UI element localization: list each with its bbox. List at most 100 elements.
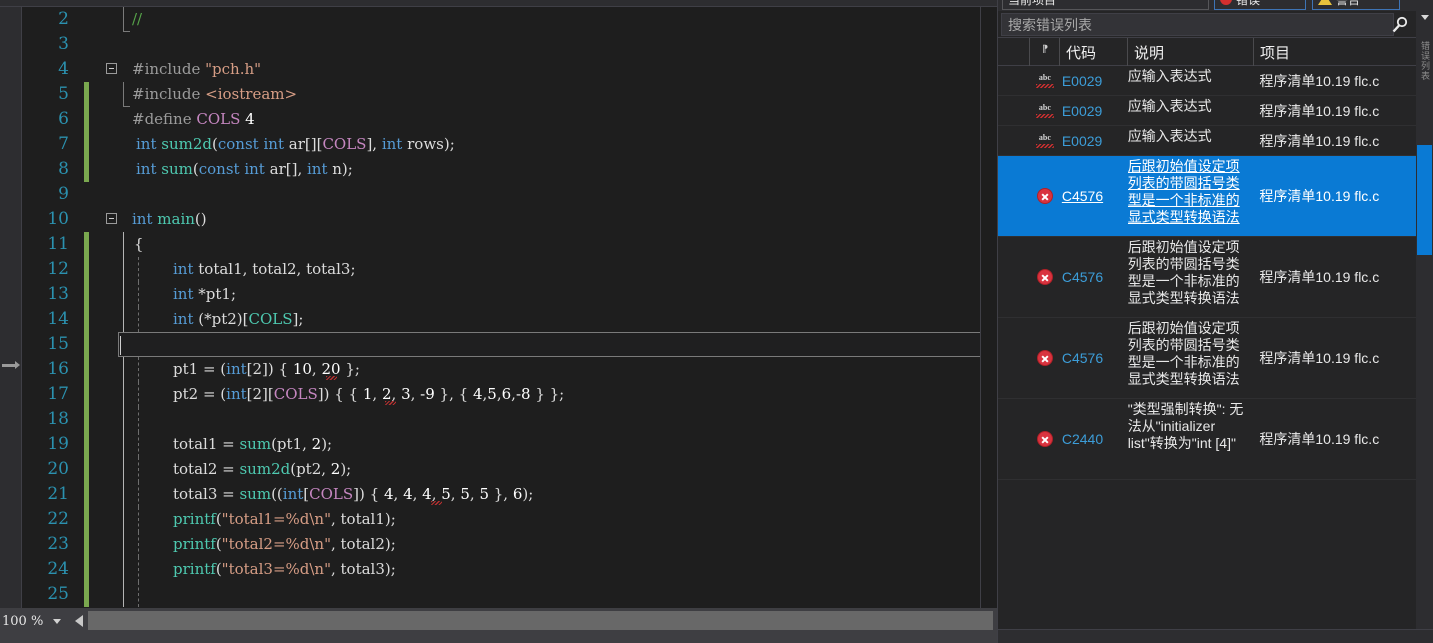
code-line[interactable]: 22 printf("total1=%d\n", total1); <box>22 507 997 532</box>
scroll-left-arrow-icon[interactable] <box>72 611 88 631</box>
code-line[interactable]: 3 <box>22 32 997 57</box>
code-line[interactable]: 6 #define COLS 4 <box>22 107 997 132</box>
code-line[interactable]: 20 total2 = sum2d(pt2, 2); <box>22 457 997 482</box>
code-line[interactable]: 12 int total1, total2, total3; <box>22 257 997 282</box>
error-project: 程序清单10.19 flc.c <box>1259 269 1380 285</box>
table-row[interactable]: abc E0029 应输入表达式 程序清单10.19 flc.c <box>998 66 1417 96</box>
table-row[interactable]: C4576 后跟初始值设定项列表的带圆括号类型是一个非标准的显式类型转换语法 程… <box>998 237 1417 318</box>
search-icon[interactable] <box>1390 15 1412 35</box>
error-code-link[interactable]: C2440 <box>1060 399 1128 479</box>
margin-expand-arrow-icon[interactable] <box>2 361 20 369</box>
error-list-vertical-scrollbar[interactable]: 错误列表 <box>1416 11 1433 629</box>
line-number: 13 <box>47 284 69 304</box>
code-line[interactable]: 24 printf("total3=%d\n", total3); <box>22 557 997 582</box>
sort-marker-icon: ⁋ <box>1041 43 1048 55</box>
error-code-link[interactable]: C4576 <box>1060 318 1128 398</box>
code-line[interactable]: 25 <box>22 582 997 607</box>
code-line[interactable]: 5 #include <iostream> <box>22 82 997 107</box>
editor-surface[interactable]: 2 // 3 4 #include "pch.h" 5 #include <io… <box>0 7 997 608</box>
vertical-scroll-thumb[interactable] <box>1417 145 1432 255</box>
line-number: 24 <box>47 559 69 579</box>
column-header-project[interactable]: 项目 <box>1254 38 1418 66</box>
indent-guide <box>138 382 139 407</box>
code-text-area[interactable]: 2 // 3 4 #include "pch.h" 5 #include <io… <box>22 7 997 608</box>
code-line[interactable]: 13 int *pt1; <box>22 282 997 307</box>
line-number: 7 <box>58 134 69 154</box>
code-line[interactable]: 2 // <box>22 7 997 32</box>
editor-left-margin-strip <box>0 7 22 608</box>
code-text: { <box>134 235 144 253</box>
code-line[interactable]: 4 #include "pch.h" <box>22 57 997 82</box>
indent-guide <box>138 332 139 357</box>
code-text: int sum2d(const int ar[][COLS], int rows… <box>136 135 455 153</box>
error-list-rows[interactable]: abc E0029 应输入表达式 程序清单10.19 flc.c abc E00… <box>998 66 1417 629</box>
errors-filter-toggle[interactable]: 错误 <box>1214 0 1306 10</box>
code-line-current[interactable]: 15 <box>22 332 997 357</box>
code-line[interactable]: 8 int sum(const int ar[], int n); <box>22 157 997 182</box>
change-marker <box>84 582 89 607</box>
change-marker <box>84 157 89 182</box>
code-line[interactable]: 19 total1 = sum(pt1, 2); <box>22 432 997 457</box>
brace-guide <box>123 332 124 357</box>
indent-guide <box>138 282 139 307</box>
column-header-severity-icon[interactable]: ⁋ <box>1030 38 1060 66</box>
code-line[interactable]: 11 { <box>22 232 997 257</box>
warnings-filter-toggle[interactable]: 警告 <box>1312 0 1400 10</box>
error-list-search-row <box>998 11 1433 38</box>
line-number: 25 <box>47 584 69 604</box>
error-code-link[interactable]: E0029 <box>1060 126 1128 155</box>
table-row[interactable]: abc E0029 应输入表达式 程序清单10.19 flc.c <box>998 96 1417 126</box>
code-line[interactable]: 14 int (*pt2)[COLS]; <box>22 307 997 332</box>
error-project: 程序清单10.19 flc.c <box>1259 188 1380 204</box>
row-spacer <box>998 66 1030 95</box>
error-project: 程序清单10.19 flc.c <box>1259 72 1380 89</box>
table-row-selected[interactable]: C4576 后跟初始值设定项列表的带圆括号类型是一个非标准的显式类型转换语法 程… <box>998 156 1417 237</box>
editor-vertical-scrollbar[interactable] <box>980 7 997 608</box>
column-header-spacer[interactable] <box>998 38 1030 66</box>
collapse-region-icon[interactable] <box>106 63 117 74</box>
horizontal-scroll-track[interactable] <box>88 611 993 631</box>
code-line[interactable]: 21 total3 = sum((int[COLS]) { 4, 4, 4, 5… <box>22 482 997 507</box>
error-description: 应输入表达式 <box>1127 68 1212 84</box>
search-input[interactable] <box>1001 13 1394 36</box>
code-line[interactable]: 23 printf("total2=%d\n", total2); <box>22 532 997 557</box>
column-header-description[interactable]: 说明 <box>1128 38 1254 66</box>
scope-filter-dropdown[interactable]: 当前项目 <box>1002 0 1209 10</box>
code-line[interactable]: 18 <box>22 407 997 432</box>
code-line[interactable]: 16 pt1 = (int[2]) { 10, 20 }; <box>22 357 997 382</box>
change-marker <box>84 132 89 157</box>
code-line[interactable]: 17 pt2 = (int[2][COLS]) { { 1, 2, 3, -9 … <box>22 382 997 407</box>
line-number: 9 <box>58 184 69 204</box>
horizontal-scroll-thumb[interactable] <box>88 611 993 631</box>
brace-guide <box>123 532 124 557</box>
code-line[interactable]: 7 int sum2d(const int ar[][COLS], int ro… <box>22 132 997 157</box>
indent-guide <box>138 307 139 332</box>
code-text: printf("total1=%d\n", total1); <box>173 510 396 528</box>
table-row[interactable]: abc E0029 应输入表达式 程序清单10.19 flc.c <box>998 126 1417 156</box>
brace-guide <box>123 432 124 457</box>
line-number: 8 <box>58 159 69 179</box>
error-project: 程序清单10.19 flc.c <box>1259 102 1380 119</box>
line-number: 20 <box>47 459 69 479</box>
editor-bottom-filler <box>0 630 997 643</box>
change-marker <box>84 82 89 107</box>
code-text: #define COLS 4 <box>132 110 255 128</box>
table-row[interactable]: C2440 "类型强制转换": 无法从"initializer list"转换为… <box>998 399 1417 480</box>
code-line[interactable]: 10 int main() <box>22 207 997 232</box>
scrollbar-chevron-down-icon[interactable] <box>1421 15 1429 20</box>
zoom-level-dropdown[interactable]: 100 % <box>0 610 68 632</box>
table-row[interactable]: C4576 后跟初始值设定项列表的带圆括号类型是一个非标准的显式类型转换语法 程… <box>998 318 1417 399</box>
error-code-link[interactable]: C4576 <box>1060 237 1128 317</box>
row-spacer <box>998 126 1030 155</box>
error-code-link[interactable]: C4576 <box>1060 156 1128 236</box>
code-line[interactable]: 9 <box>22 182 997 207</box>
collapse-region-icon[interactable] <box>106 213 117 224</box>
code-text: total3 = sum((int[COLS]) { 4, 4, 4, 5, 5… <box>173 485 534 503</box>
error-code-link[interactable]: E0029 <box>1060 66 1128 95</box>
code-text: total2 = sum2d(pt2, 2); <box>173 460 352 478</box>
column-header-code[interactable]: 代码 <box>1060 38 1128 66</box>
error-code-link[interactable]: E0029 <box>1060 96 1128 125</box>
indent-guide <box>138 482 139 507</box>
error-description: 后跟初始值设定项列表的带圆括号类型是一个非标准的显式类型转换语法 <box>1127 239 1240 306</box>
indent-guide <box>138 257 139 282</box>
